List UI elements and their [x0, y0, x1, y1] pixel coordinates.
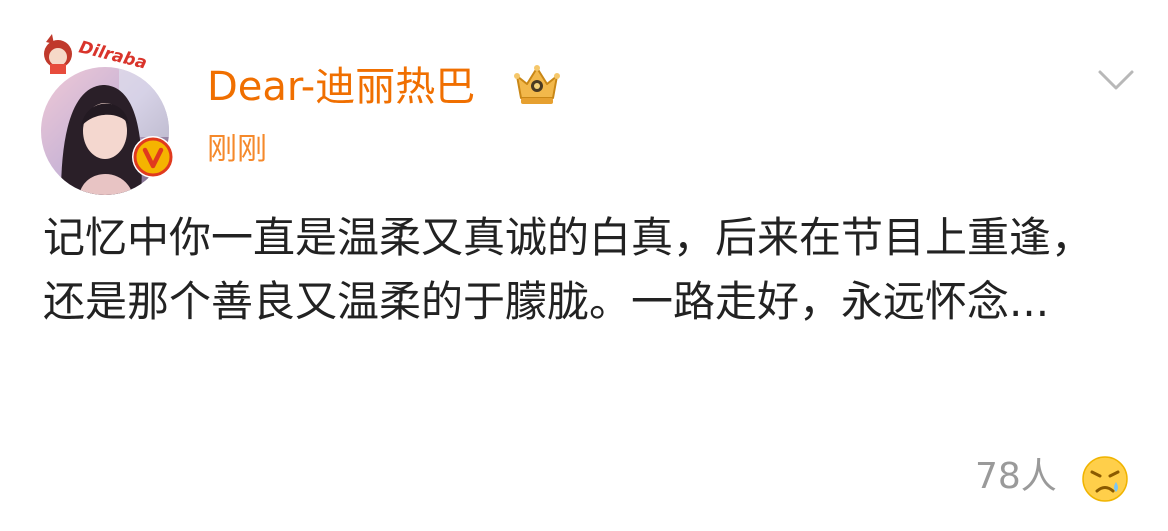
author-avatar[interactable]: Dilraba — [36, 30, 186, 195]
sad-face-icon[interactable] — [1080, 454, 1130, 504]
avatar-frame-decoration: Dilraba — [44, 34, 149, 74]
reaction-count[interactable]: 78人 — [975, 452, 1057, 502]
author-name[interactable]: Dear-迪丽热巴 — [207, 62, 475, 112]
chevron-down-icon[interactable] — [1096, 66, 1136, 94]
post-body-text: 记忆中你一直是温柔又真诚的白真，后来在节目上重逢，还是那个善良又温柔的于朦胧。一… — [43, 213, 1094, 326]
svg-text:Dilraba: Dilraba — [77, 37, 149, 73]
post-timestamp: 刚刚 — [207, 132, 267, 167]
crown-icon[interactable] — [511, 64, 563, 106]
verified-badge — [132, 136, 174, 178]
verified-v-icon — [133, 137, 173, 177]
